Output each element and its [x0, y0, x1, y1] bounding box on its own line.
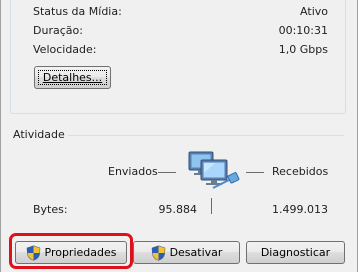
diagnose-button[interactable]: Diagnosticar [246, 241, 345, 264]
duration-value: 00:10:31 [278, 24, 328, 37]
bytes-sent-value: 95.884 [158, 203, 198, 216]
network-activity-icon [188, 151, 240, 189]
bytes-received-value: 1.499.013 [272, 203, 328, 216]
duration-label: Duração: [33, 24, 83, 37]
disable-button[interactable]: Desativar [133, 241, 240, 264]
media-status-label: Status da Mídia: [33, 5, 122, 18]
speed-label: Velocidade: [33, 43, 97, 56]
activity-section-divider [68, 135, 344, 136]
window-left-border [0, 0, 1, 272]
received-label: Recebidos [272, 165, 329, 178]
media-status-value: Ativo [300, 5, 328, 18]
activity-section-title: Atividade [13, 128, 65, 141]
uac-shield-icon [151, 244, 165, 261]
activity-divider-line [211, 198, 212, 214]
bytes-label: Bytes: [33, 203, 68, 216]
diagnose-button-label: Diagnosticar [260, 246, 331, 259]
disable-button-label: Desativar [169, 246, 223, 259]
properties-highlight-annotation [9, 233, 133, 269]
received-dash [246, 172, 264, 173]
sent-dash [158, 172, 176, 173]
details-button[interactable]: Detalhes... [34, 66, 111, 89]
focus-rectangle [38, 70, 107, 85]
speed-value: 1,0 Gbps [278, 43, 328, 56]
sent-label: Enviados [108, 165, 158, 178]
